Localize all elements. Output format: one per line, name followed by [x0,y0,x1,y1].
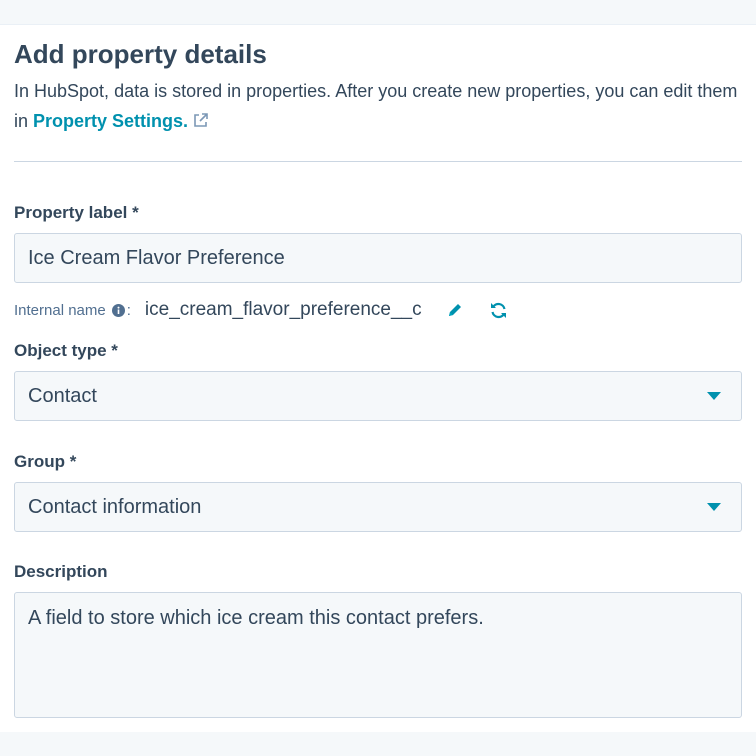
property-details-panel: Add property details In HubSpot, data is… [0,24,756,732]
object-type-label: Object type * [14,341,118,360]
description-label: Description [14,562,108,581]
group-value: Contact information [28,495,202,518]
section-divider [14,161,742,162]
property-label-input[interactable]: Ice Cream Flavor Preference [14,233,742,283]
pencil-icon[interactable] [446,302,463,319]
object-type-value: Contact [28,384,97,407]
internal-name-label: Internal name [14,301,106,319]
object-type-select[interactable]: Contact [14,371,742,421]
description-textarea[interactable]: A field to store which ice cream this co… [14,592,742,718]
group-label: Group * [14,452,77,471]
property-settings-link[interactable]: Property Settings. [33,111,188,131]
intro-text: In HubSpot, data is stored in properties… [14,76,744,138]
internal-name-row: Internal name : ice_cream_flavor_prefere… [14,298,508,322]
external-link-icon[interactable] [192,108,209,138]
page-title: Add property details [14,39,267,69]
group-select[interactable]: Contact information [14,482,742,532]
caret-down-icon [707,392,721,400]
property-label-label: Property label * [14,203,139,222]
property-label-value: Ice Cream Flavor Preference [28,246,285,269]
caret-down-icon [707,503,721,511]
internal-name-colon: : [126,301,131,319]
internal-name-value: ice_cream_flavor_preference__c [144,299,422,320]
refresh-icon[interactable] [489,301,508,320]
description-value: A field to store which ice cream this co… [28,607,484,629]
info-icon[interactable] [111,303,125,317]
